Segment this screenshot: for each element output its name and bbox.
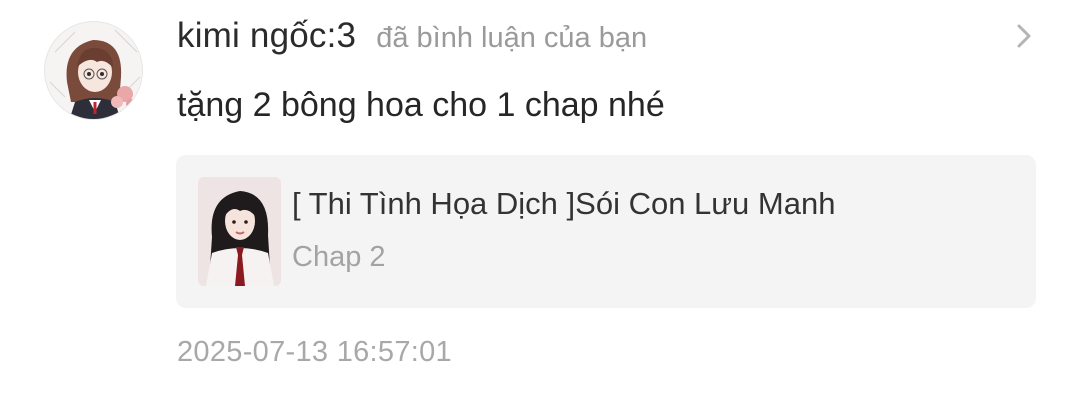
comment-text: tặng 2 bông hoa cho 1 chap nhé — [177, 86, 665, 124]
chapter-label: Chap 2 — [292, 241, 386, 273]
notification-header: kimi ngốc:3 đã bình luận của bạn — [177, 16, 647, 60]
chevron-right-icon[interactable] — [1010, 22, 1038, 50]
username[interactable]: kimi ngốc:3 — [177, 16, 356, 56]
timestamp: 2025-07-13 16:57:01 — [177, 336, 452, 368]
action-text: đã bình luận của bạn — [376, 22, 648, 54]
story-card[interactable]: [ Thi Tình Họa Dịch ]Sói Con Lưu Manh Ch… — [176, 155, 1036, 308]
user-avatar[interactable] — [44, 21, 143, 120]
story-cover-thumbnail — [198, 177, 281, 286]
story-title: [ Thi Tình Họa Dịch ]Sói Con Lưu Manh — [292, 186, 836, 221]
comment-notification[interactable]: kimi ngốc:3 đã bình luận của bạn tặng 2 … — [0, 0, 1080, 408]
